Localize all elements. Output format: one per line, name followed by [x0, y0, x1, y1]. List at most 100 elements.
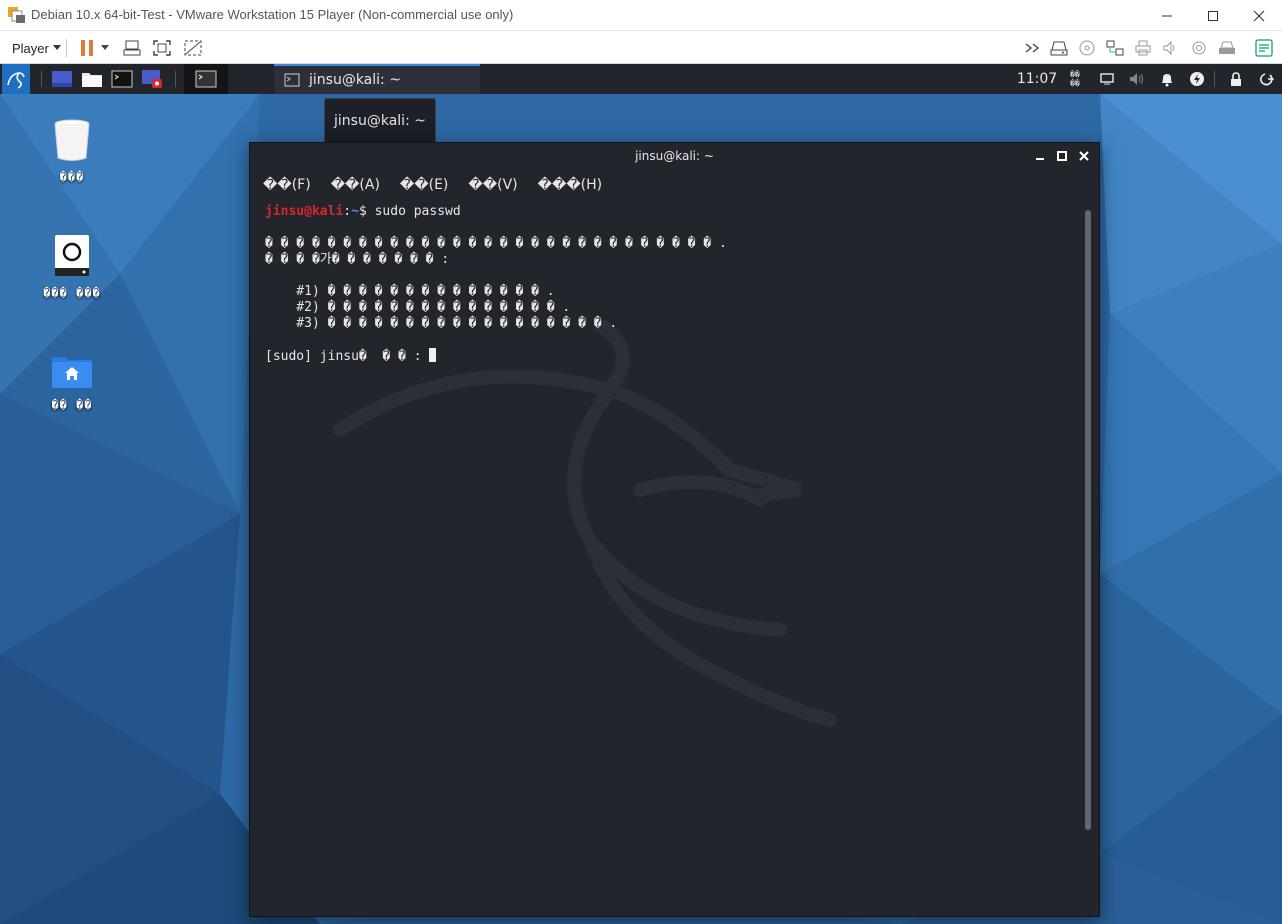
terminal-maximize-button[interactable]: [1054, 148, 1070, 164]
printer-button[interactable]: [1132, 37, 1154, 59]
sound-icon: [1163, 40, 1175, 56]
window-title: Debian 10.x 64-bit-Test - VMware Worksta…: [31, 7, 514, 22]
menu-view[interactable]: ��(V): [465, 175, 520, 195]
screen-recorder-icon: [142, 70, 162, 88]
prompt-user: jinsu@kali: [265, 204, 344, 219]
fullscreen-icon: [153, 40, 171, 56]
message-log-button[interactable]: [1253, 37, 1275, 59]
trash-icon: [54, 119, 90, 161]
unity-icon: [184, 40, 202, 56]
home-folder-icon: [52, 357, 92, 388]
desktop-icon-label: ��� ���: [43, 286, 101, 300]
pause-icon: [81, 40, 93, 56]
menu-help[interactable]: ���(H): [535, 175, 606, 195]
clock-time: 11:07: [1016, 71, 1058, 87]
camera-icon: [1192, 41, 1206, 55]
command-text: sudo passwd: [366, 204, 461, 219]
text-cursor: [429, 348, 437, 362]
volume-button[interactable]: [1126, 64, 1148, 94]
power-options-dropdown[interactable]: [97, 37, 113, 59]
pause-button[interactable]: [76, 37, 98, 59]
cd-button[interactable]: [1076, 37, 1098, 59]
file-manager-icon: [82, 73, 102, 87]
terminal-window[interactable]: jinsu@kali: ~ ��(F) ��(A) ��(E) ��(V) ��…: [249, 142, 1100, 917]
sound-button[interactable]: [1159, 37, 1181, 59]
workspace-button[interactable]: [49, 64, 75, 94]
vmware-toolbar: Player: [0, 31, 1282, 64]
kali-menu-icon: [7, 72, 25, 89]
power-manager-button[interactable]: [1186, 64, 1208, 94]
cd-icon: [1079, 40, 1095, 56]
taskbar-tooltip: jinsu@kali: ~: [324, 98, 436, 144]
panel-divider: [41, 71, 42, 87]
menu-edit[interactable]: ��(E): [397, 175, 451, 195]
usb-icon: [1219, 41, 1235, 54]
kali-menu-button[interactable]: [2, 64, 30, 94]
taskbar-item-terminal[interactable]: jinsu@kali: ~: [274, 64, 480, 94]
send-ctrl-alt-del-icon: [123, 40, 141, 56]
prompt-path: ~: [351, 204, 359, 219]
logout-button[interactable]: [1255, 64, 1277, 94]
network-button[interactable]: [1104, 37, 1126, 59]
drive-icon: [55, 235, 89, 276]
menu-file[interactable]: ��(F): [260, 175, 314, 195]
active-terminal-workspace[interactable]: [184, 64, 228, 94]
active-terminal-icon: [195, 70, 217, 88]
terminal-launcher[interactable]: [109, 64, 135, 94]
desktop-icon-trash[interactable]: ���: [22, 118, 122, 185]
notifications-button[interactable]: [1156, 64, 1178, 94]
unity-button[interactable]: [182, 37, 204, 59]
close-button[interactable]: [1236, 0, 1282, 31]
maximize-icon: [1208, 10, 1218, 21]
expand-devices-button[interactable]: [1022, 37, 1044, 59]
maximize-button[interactable]: [1190, 0, 1236, 31]
panel-divider: [175, 71, 176, 87]
minimize-icon: [1036, 158, 1044, 160]
prompt-separator: :: [343, 204, 352, 219]
send-ctrl-alt-del-button[interactable]: [121, 37, 143, 59]
desktop-icon-label: ���: [59, 170, 85, 184]
vmware-app-icon: [8, 7, 25, 23]
terminal-task-icon: [284, 73, 300, 87]
volume-icon: [1130, 73, 1143, 85]
display-button[interactable]: [1096, 64, 1118, 94]
usb-button[interactable]: [1216, 37, 1238, 59]
lock-screen-button[interactable]: [1225, 64, 1247, 94]
terminal-minimize-button[interactable]: [1032, 148, 1048, 164]
desktop-icon-home[interactable]: �� ��: [22, 354, 122, 413]
player-menu-button[interactable]: Player: [6, 37, 67, 59]
terminal-titlebar[interactable]: jinsu@kali: ~: [250, 143, 1099, 170]
terminal-close-button[interactable]: [1076, 148, 1092, 164]
hard-disk-button[interactable]: [1048, 37, 1070, 59]
terminal-output-area[interactable]: jinsu@kali:~$ sudo passwd � � � � � � � …: [250, 200, 1099, 916]
menu-actions[interactable]: ��(A): [328, 175, 383, 195]
camera-button[interactable]: [1188, 37, 1210, 59]
prompt-dollar: $: [358, 204, 367, 219]
kali-dragon-watermark: [333, 320, 837, 727]
message-log-icon: [1255, 39, 1273, 57]
screen-recorder-launcher[interactable]: [139, 64, 165, 94]
output-line: #2) � � � � � � � � � � � � � � � .: [265, 300, 571, 315]
fullscreen-button[interactable]: [151, 37, 173, 59]
clock[interactable]: 11:07: [1012, 64, 1062, 94]
close-icon: [1253, 10, 1265, 21]
chevron-down-icon: [52, 45, 61, 50]
expand-devices-icon: [1025, 43, 1040, 53]
notification-bell-icon: [1162, 73, 1172, 86]
player-menu-label: Player: [12, 40, 49, 56]
desktop-icon-file-system[interactable]: ��� ���: [22, 234, 122, 301]
terminal-scrollbar[interactable]: [1085, 210, 1091, 830]
minimize-button[interactable]: [1144, 0, 1190, 31]
workspace-icon: [52, 71, 72, 87]
hard-disk-icon: [1050, 41, 1068, 56]
scrollbar-thumb[interactable]: [1085, 210, 1091, 830]
close-icon: [1079, 151, 1089, 161]
toolbar-divider: [66, 39, 67, 57]
output-line: � � � �가� � � � � � � :: [265, 252, 450, 267]
terminal-menubar: ��(F) ��(A) ��(E) ��(V) ���(H): [250, 170, 1099, 200]
file-manager-launcher[interactable]: [79, 64, 105, 94]
clock-date-text: �� ��: [1070, 70, 1080, 88]
terminal-launcher-icon: [111, 70, 133, 88]
terminal-title: jinsu@kali: ~: [635, 149, 714, 163]
guest-screen[interactable]: jinsu@kali: ~ 11:07 �� �� jinsu@kali: ~: [0, 64, 1282, 924]
